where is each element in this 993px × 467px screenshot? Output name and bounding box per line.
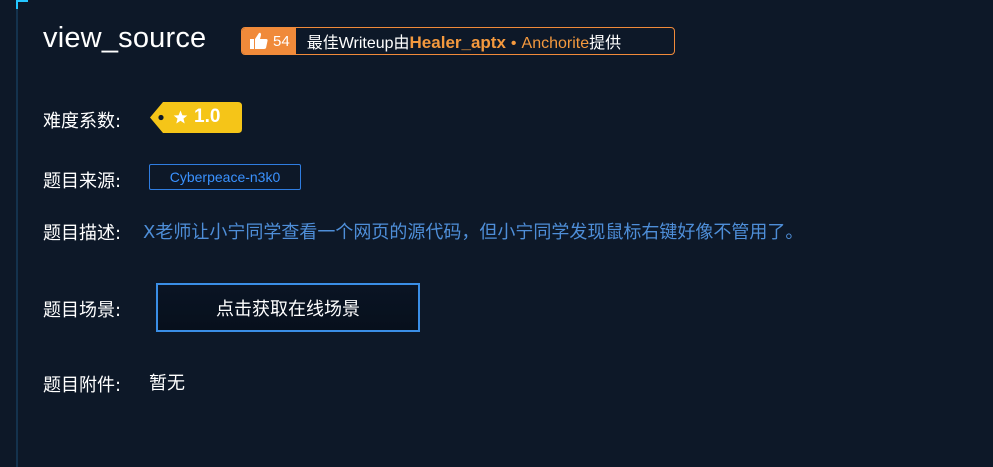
description-label: 题目描述: (43, 223, 122, 244)
best-writeup-badge[interactable]: 54 最佳Writeup由Healer_aptx • Anchorite提供 (241, 27, 675, 55)
corner-accent-vertical (16, 0, 18, 9)
like-count: 54 (273, 32, 290, 50)
writeup-credit: 最佳Writeup由Healer_aptx • Anchorite提供 (296, 29, 621, 53)
writeup-team-link[interactable]: Anchorite (522, 35, 590, 52)
source-label: 题目来源: (43, 171, 122, 192)
scene-label: 题目场景: (43, 300, 122, 321)
like-counter[interactable]: 54 (242, 28, 296, 54)
attachment-label: 题目附件: (43, 375, 122, 396)
left-border-line (16, 0, 18, 467)
writeup-prefix: 最佳Writeup由 (306, 35, 410, 52)
challenge-title: view_source (43, 22, 207, 54)
tag-hole-icon (158, 114, 164, 121)
attachment-value: 暂无 (149, 373, 185, 394)
source-badge[interactable]: Cyberpeace-n3k0 (149, 164, 301, 190)
writeup-suffix: 提供 (589, 35, 622, 52)
thumbs-up-icon (250, 32, 268, 49)
writeup-separator: • (510, 35, 517, 52)
difficulty-rating-tag: 1.0 (149, 101, 243, 134)
description-text: X老师让小宁同学查看一个网页的源代码，但小宁同学发现鼠标右键好像不管用了。 (143, 222, 804, 243)
writeup-author-link[interactable]: Healer_aptx (410, 33, 506, 52)
get-online-scene-button[interactable]: 点击获取在线场景 (156, 283, 420, 332)
difficulty-label: 难度系数: (43, 111, 122, 132)
difficulty-value: 1.0 (194, 106, 221, 127)
